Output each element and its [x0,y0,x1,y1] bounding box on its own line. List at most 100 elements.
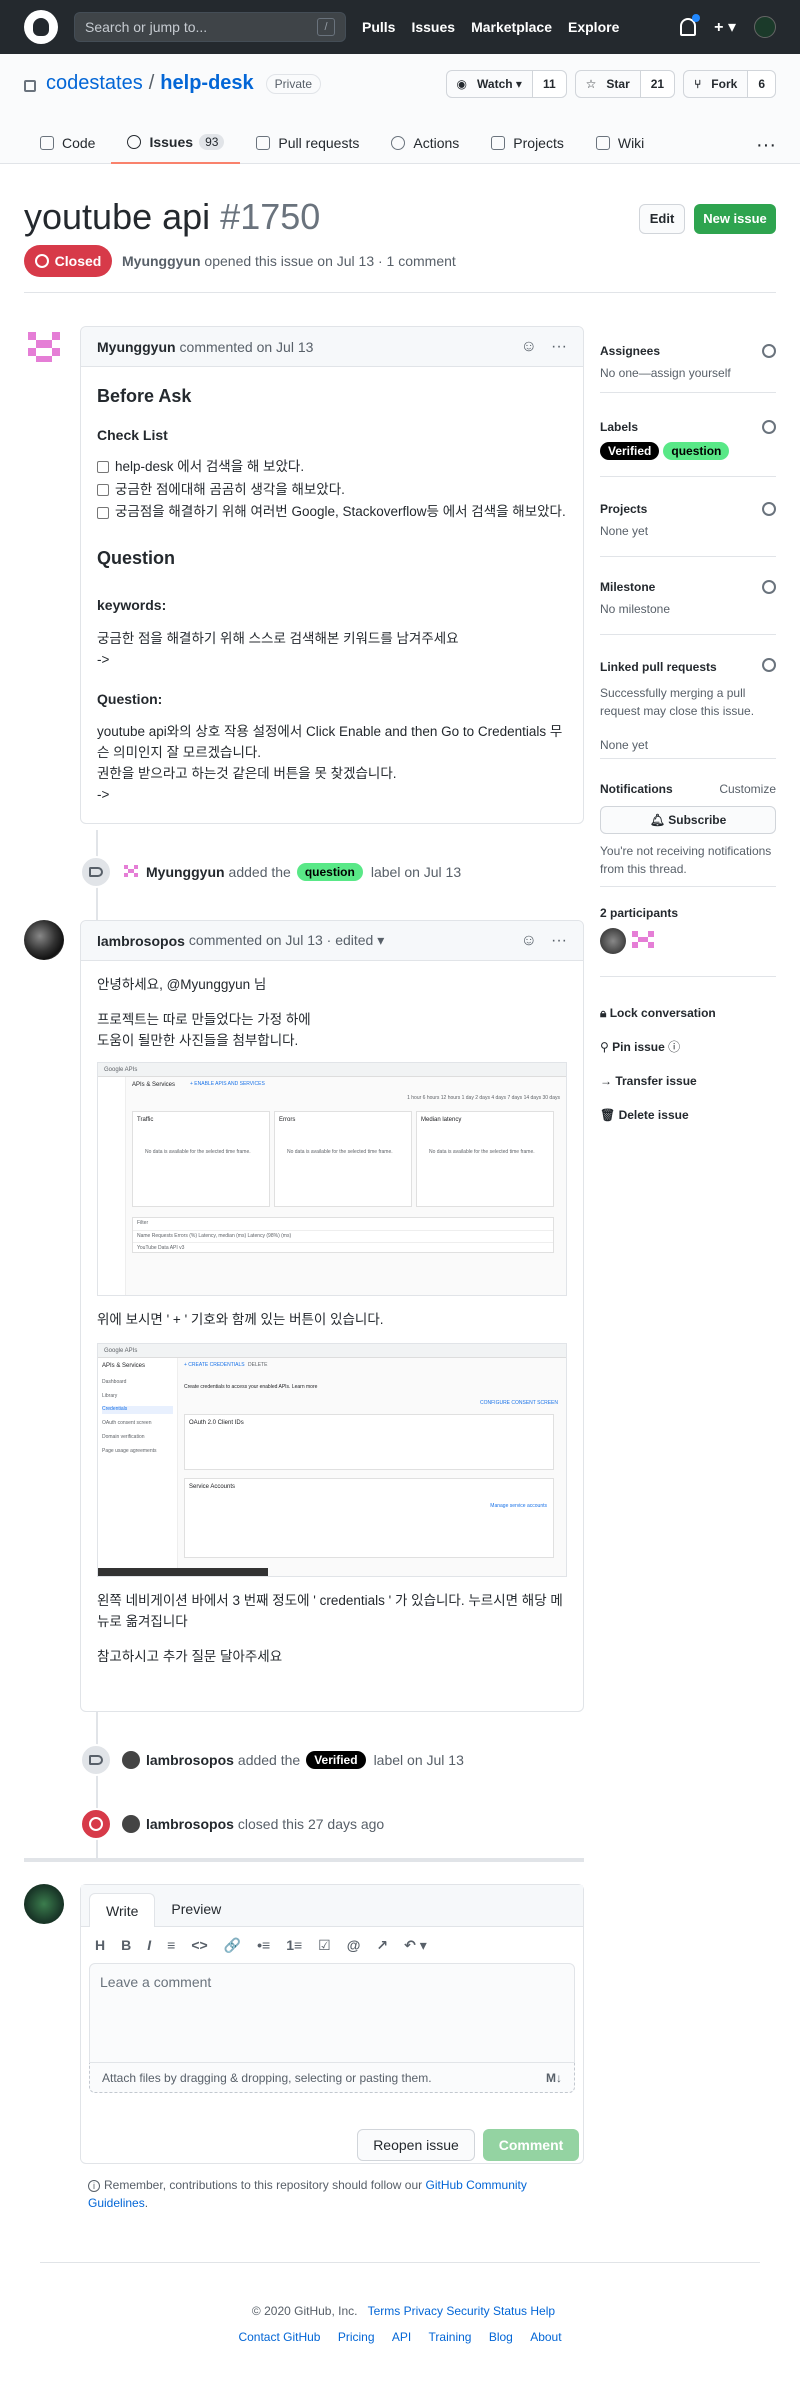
delete-issue-link[interactable]: 🗑︎ Delete issue [600,1098,776,1132]
verified-label[interactable]: Verified [306,1751,366,1769]
gear-icon[interactable] [762,420,776,434]
event-actor[interactable]: Myunggyun [146,864,225,880]
gear-icon[interactable] [762,580,776,594]
subscribe-button[interactable]: 🔔︎ Subscribe [600,806,776,834]
question-label[interactable]: question [663,442,730,460]
avatar[interactable] [122,1815,140,1833]
new-issue-button[interactable]: New issue [694,204,776,234]
tab-projects[interactable]: Projects [475,122,580,164]
pin-issue-link[interactable]: ⚲ Pin issue ⓘ [600,1030,776,1064]
code-icon[interactable]: <> [191,1937,207,1953]
search-input[interactable]: Search or jump to... / [74,12,346,42]
nav-explore[interactable]: Explore [568,19,619,35]
footer-link-blog[interactable]: Blog [489,2330,513,2344]
tab-preview[interactable]: Preview [155,1892,237,1926]
mention-icon[interactable]: @ [347,1937,361,1953]
github-logo-icon[interactable] [24,10,58,44]
comment-author[interactable]: lambrosopos [97,933,185,949]
tab-pull-requests[interactable]: Pull requests [240,122,375,164]
question-label[interactable]: question [296,863,363,881]
footer-link-about[interactable]: About [530,2330,561,2344]
tab-code[interactable]: Code [24,122,111,164]
transfer-issue-link[interactable]: → Transfer issue [600,1064,776,1098]
link-icon[interactable]: 🔗 [224,1937,241,1954]
watch-count[interactable]: 11 [531,71,566,97]
footer-link-contact[interactable]: Contact GitHub [238,2330,320,2344]
identicon-avatar[interactable] [630,928,656,954]
comment-textarea[interactable]: Leave a comment [89,1963,575,2063]
customize-link[interactable]: Customize [719,780,776,798]
nav-pulls[interactable]: Pulls [362,19,395,35]
create-new-menu[interactable]: + ▾ [714,17,736,37]
footer-link-terms[interactable]: Terms [368,2304,401,2318]
checkbox[interactable] [97,483,109,496]
identicon-avatar[interactable] [122,863,140,881]
attach-files-area[interactable]: Attach files by dragging & dropping, sel… [89,2063,575,2093]
kebab-menu-icon[interactable]: ··· [551,932,567,950]
issue-author-link[interactable]: Myunggyun [122,253,201,269]
tab-wiki[interactable]: Wiki [580,122,660,164]
smiley-icon[interactable]: ☺ [521,338,537,356]
numbered-list-icon[interactable]: 1≡ [286,1937,302,1953]
fork-count[interactable]: 6 [747,71,775,97]
nav-issues[interactable]: Issues [411,19,455,35]
tag-badge [80,856,112,888]
comment-submit-button[interactable]: Comment [483,2129,579,2161]
more-tabs-menu[interactable]: ··· [756,134,776,157]
user-avatar-menu[interactable] [754,16,776,38]
markdown-icon[interactable]: M↓ [546,2071,562,2085]
smiley-icon[interactable]: ☺ [521,932,537,950]
edit-title-button[interactable]: Edit [639,204,685,234]
watch-button[interactable]: ◉ Watch ▾ 11 [445,70,567,98]
footer-link-api[interactable]: API [392,2330,411,2344]
event-actor[interactable]: lambrosopos [146,1752,234,1768]
star-count[interactable]: 21 [639,71,675,97]
footer-link-help[interactable]: Help [530,2304,555,2318]
reply-icon[interactable]: ↶ ▾ [404,1937,427,1954]
footer-link-status[interactable]: Status [493,2304,527,2318]
nav-marketplace[interactable]: Marketplace [471,19,552,35]
fork-button[interactable]: ⑂ Fork 6 [683,70,776,98]
gear-icon[interactable] [762,502,776,516]
repo-owner-link[interactable]: codestates [46,72,143,95]
avatar[interactable] [24,1884,64,1924]
footer-link-privacy[interactable]: Privacy [404,2304,443,2318]
footer-link-training[interactable]: Training [429,2330,472,2344]
verified-label[interactable]: Verified [600,442,660,460]
avatar[interactable] [24,920,64,960]
footer-link-pricing[interactable]: Pricing [338,2330,375,2344]
notifications-bell-icon[interactable] [680,14,701,36]
gear-icon[interactable] [762,344,776,358]
screenshot-dashboard[interactable]: Google APIs APIs & Services + ENABLE API… [97,1061,567,1296]
assign-yourself-link[interactable]: No one—assign yourself [600,366,776,380]
italic-icon[interactable]: I [147,1937,151,1953]
tab-write[interactable]: Write [89,1893,156,1927]
star-button[interactable]: ☆ Star 21 [574,70,676,98]
reference-icon[interactable]: ↗ [376,1937,388,1954]
lock-conversation-link[interactable]: 🔒︎ Lock conversation [600,996,776,1030]
tab-issues[interactable]: Issues 93 [111,122,241,164]
comment-timestamp[interactable]: commented on Jul 13 · edited ▾ [189,932,384,949]
tab-actions[interactable]: Actions [375,122,475,164]
footer-link-security[interactable]: Security [446,2304,489,2318]
checkbox[interactable] [97,461,109,474]
kebab-menu-icon[interactable]: ··· [551,338,567,356]
quote-icon[interactable]: ≡ [167,1937,175,1953]
comment-author[interactable]: Myunggyun [97,339,176,355]
checkbox[interactable] [97,506,109,519]
bold-icon[interactable]: B [121,1937,131,1953]
bulleted-list-icon[interactable]: •≡ [257,1937,270,1953]
comment-timestamp[interactable]: commented on Jul 13 [180,339,314,355]
heading-keywords: keywords: [97,597,167,614]
avatar[interactable] [600,928,626,954]
avatar[interactable] [122,1751,140,1769]
gear-icon[interactable] [762,658,776,672]
screenshot-credentials[interactable]: Google APIs APIs & Services Dashboard Li… [97,1342,567,1577]
reopen-issue-button[interactable]: Reopen issue [357,2129,475,2161]
heading-icon[interactable]: H [95,1937,105,1953]
avatar[interactable] [24,326,64,366]
event-actor[interactable]: lambrosopos [146,1816,234,1832]
repo-name-link[interactable]: help-desk [160,72,253,95]
task-list-icon[interactable]: ☑ [318,1937,331,1954]
shot-manage-link: Manage service accounts [490,1502,547,1509]
